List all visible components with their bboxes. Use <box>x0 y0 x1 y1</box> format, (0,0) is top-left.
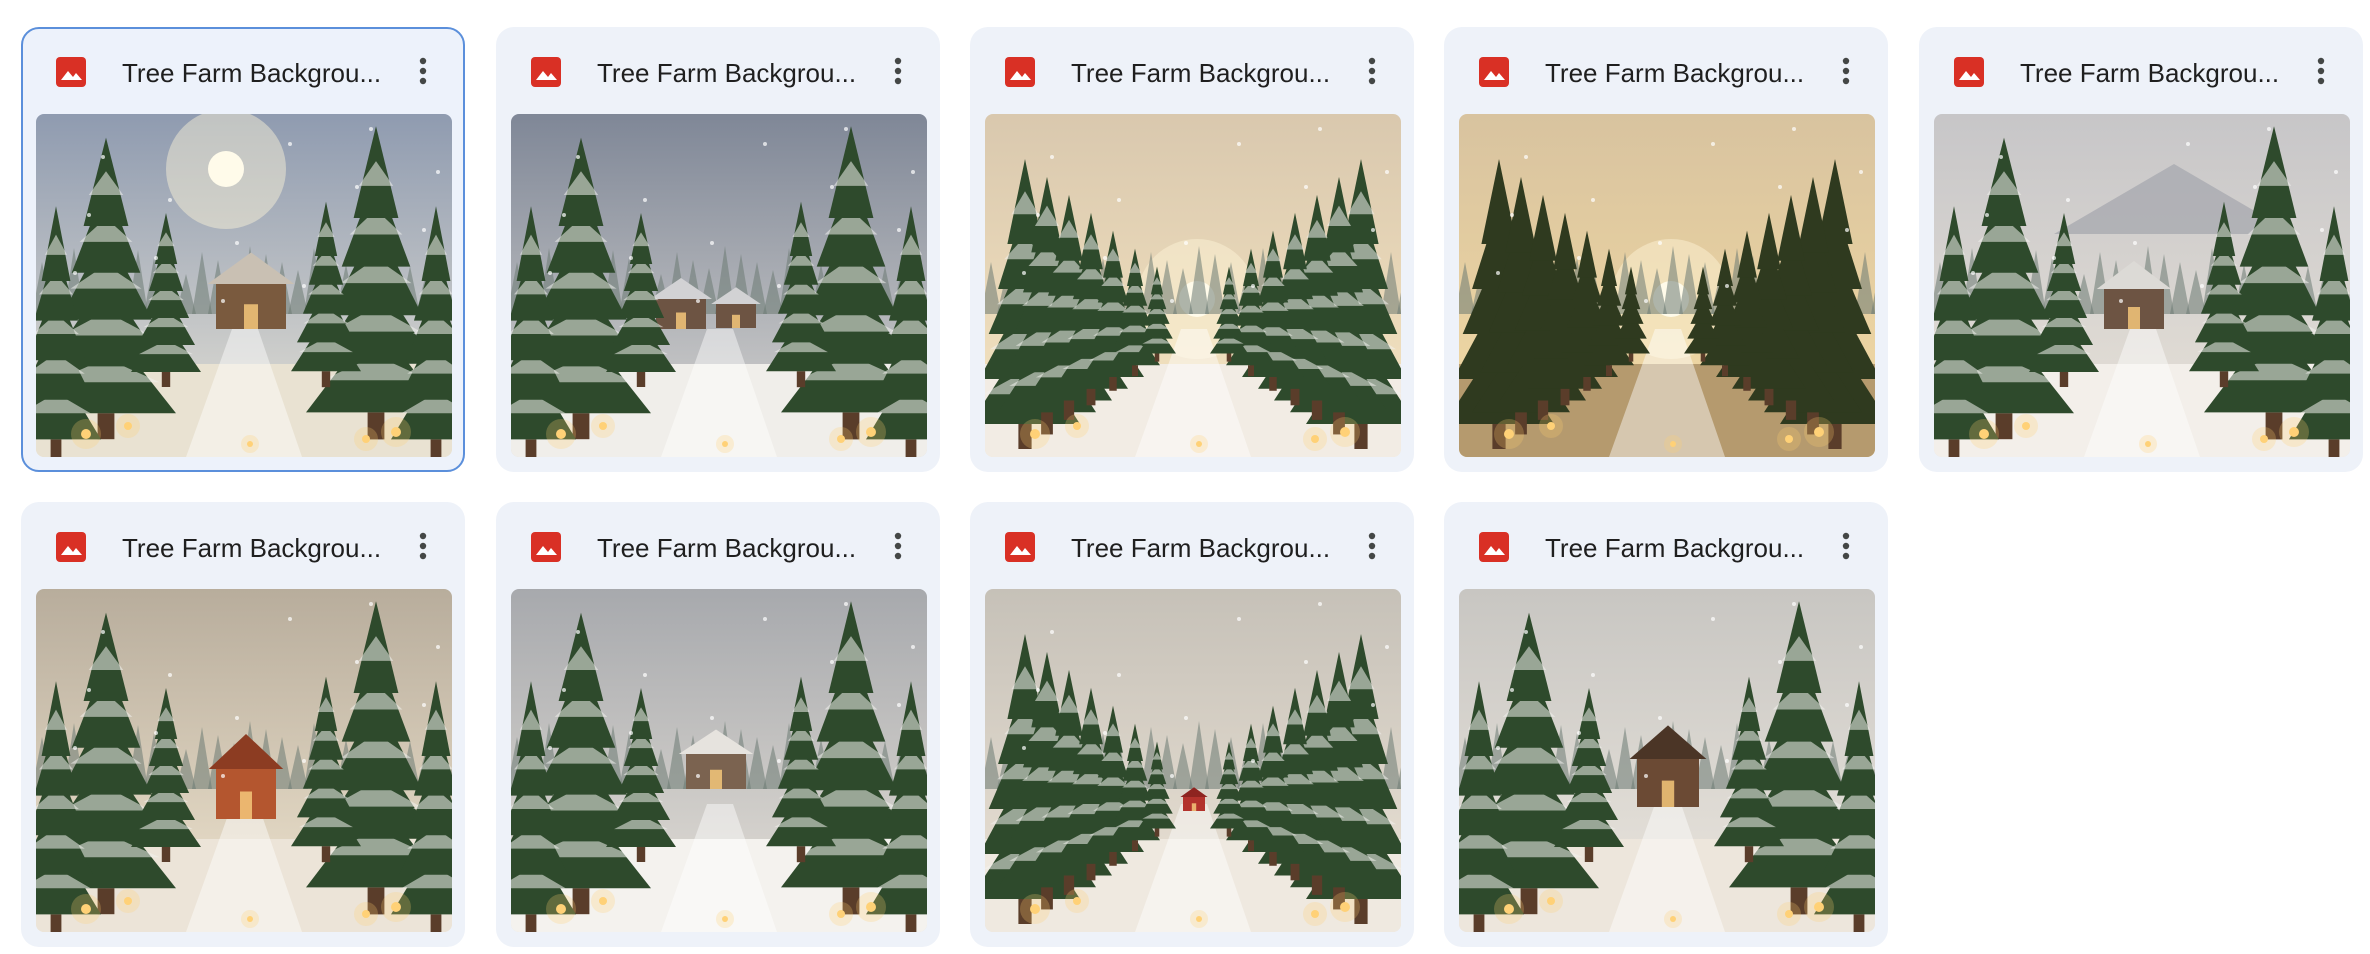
image-file-icon <box>1477 55 1511 89</box>
more-vert-icon <box>419 532 427 565</box>
file-thumbnail[interactable] <box>1934 114 2350 457</box>
image-file-icon <box>1952 55 1986 89</box>
more-vert-icon <box>1842 57 1850 90</box>
file-card[interactable]: Tree Farm Backgrou... <box>970 502 1414 947</box>
more-options-button[interactable] <box>1824 526 1868 570</box>
file-thumbnail[interactable] <box>1459 589 1875 932</box>
image-file-icon <box>1477 530 1511 564</box>
image-file-icon <box>54 530 88 564</box>
file-thumbnail[interactable] <box>511 589 927 932</box>
file-title: Tree Farm Backgrou... <box>122 533 382 563</box>
file-card-header[interactable]: Tree Farm Backgrou... <box>23 29 463 115</box>
file-title: Tree Farm Backgrou... <box>1545 58 1805 88</box>
image-file-icon <box>529 530 563 564</box>
more-vert-icon <box>1368 57 1376 90</box>
more-vert-icon <box>2317 57 2325 90</box>
more-vert-icon <box>894 532 902 565</box>
file-title: Tree Farm Backgrou... <box>1545 533 1805 563</box>
more-options-button[interactable] <box>401 526 445 570</box>
file-card-header[interactable]: Tree Farm Backgrou... <box>498 504 938 590</box>
more-options-button[interactable] <box>2299 51 2343 95</box>
file-thumbnail[interactable] <box>511 114 927 457</box>
file-card[interactable]: Tree Farm Backgrou... <box>1444 27 1888 472</box>
file-card-header[interactable]: Tree Farm Backgrou... <box>23 504 463 590</box>
file-card[interactable]: Tree Farm Backgrou... <box>1444 502 1888 947</box>
file-title: Tree Farm Backgrou... <box>1071 533 1331 563</box>
file-title: Tree Farm Backgrou... <box>2020 58 2280 88</box>
more-options-button[interactable] <box>876 526 920 570</box>
more-options-button[interactable] <box>876 51 920 95</box>
file-card[interactable]: Tree Farm Backgrou... <box>21 27 465 472</box>
file-card[interactable]: Tree Farm Backgrou... <box>496 502 940 947</box>
file-card-header[interactable]: Tree Farm Backgrou... <box>1446 504 1886 590</box>
file-thumbnail[interactable] <box>1459 114 1875 457</box>
more-options-button[interactable] <box>401 51 445 95</box>
file-card[interactable]: Tree Farm Backgrou... <box>970 27 1414 472</box>
image-file-icon <box>529 55 563 89</box>
file-card-header[interactable]: Tree Farm Backgrou... <box>498 29 938 115</box>
file-card-header[interactable]: Tree Farm Backgrou... <box>1921 29 2361 115</box>
file-grid: Tree Farm Backgrou... Tree Farm Backgrou… <box>0 0 2370 954</box>
more-options-button[interactable] <box>1350 51 1394 95</box>
more-vert-icon <box>1368 532 1376 565</box>
more-vert-icon <box>419 57 427 90</box>
file-thumbnail[interactable] <box>985 589 1401 932</box>
file-card[interactable]: Tree Farm Backgrou... <box>21 502 465 947</box>
file-card-header[interactable]: Tree Farm Backgrou... <box>972 29 1412 115</box>
file-thumbnail[interactable] <box>36 114 452 457</box>
file-title: Tree Farm Backgrou... <box>1071 58 1331 88</box>
file-title: Tree Farm Backgrou... <box>122 58 382 88</box>
file-card-header[interactable]: Tree Farm Backgrou... <box>972 504 1412 590</box>
image-file-icon <box>1003 55 1037 89</box>
file-thumbnail[interactable] <box>985 114 1401 457</box>
file-title: Tree Farm Backgrou... <box>597 58 857 88</box>
file-card[interactable]: Tree Farm Backgrou... <box>1919 27 2363 472</box>
more-options-button[interactable] <box>1824 51 1868 95</box>
file-card[interactable]: Tree Farm Backgrou... <box>496 27 940 472</box>
file-card-header[interactable]: Tree Farm Backgrou... <box>1446 29 1886 115</box>
file-thumbnail[interactable] <box>36 589 452 932</box>
image-file-icon <box>1003 530 1037 564</box>
more-vert-icon <box>894 57 902 90</box>
image-file-icon <box>54 55 88 89</box>
more-vert-icon <box>1842 532 1850 565</box>
file-title: Tree Farm Backgrou... <box>597 533 857 563</box>
more-options-button[interactable] <box>1350 526 1394 570</box>
